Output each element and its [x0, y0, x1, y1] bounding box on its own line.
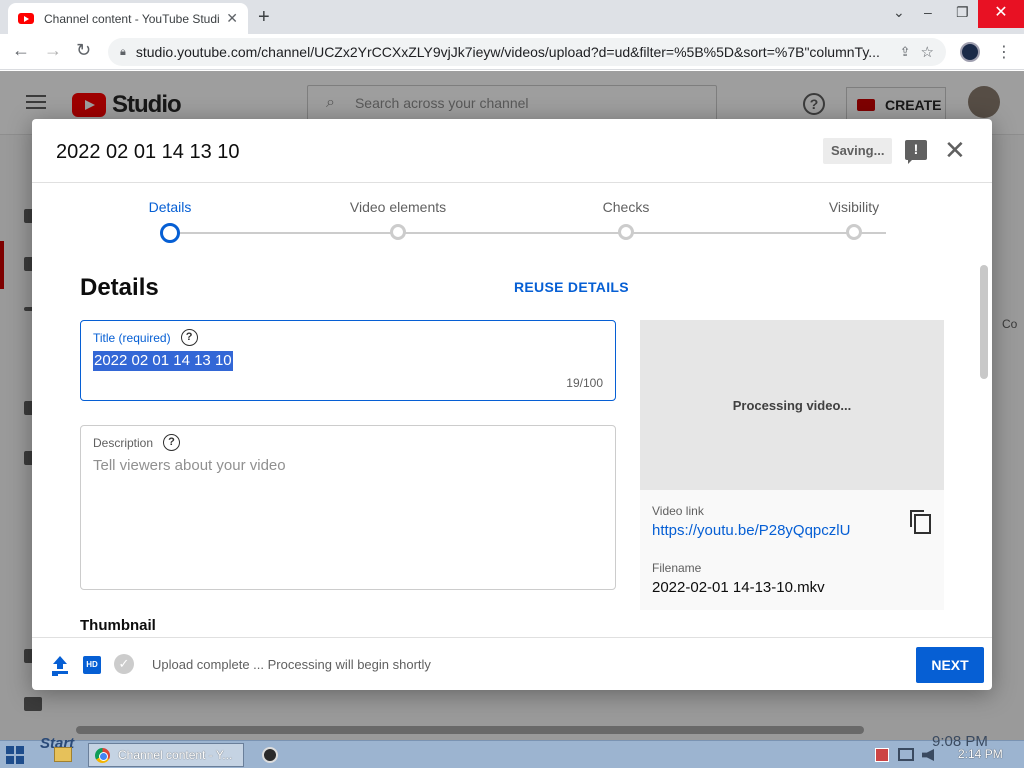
reload-icon[interactable]: ↻: [76, 40, 91, 61]
thumbnail-heading: Thumbnail: [80, 617, 156, 634]
step-video-elements-dot: [390, 224, 406, 240]
section-title: Details: [80, 274, 159, 301]
address-bar[interactable]: 🔒︎ studio.youtube.com/channel/UCZx2YrCCX…: [108, 38, 946, 66]
hd-icon: HD: [83, 656, 101, 674]
description-field-label: Description: [93, 435, 154, 450]
tab-close-icon[interactable]: ✕: [226, 10, 238, 27]
file-explorer-icon[interactable]: [54, 747, 72, 762]
url-text[interactable]: studio.youtube.com/channel/UCZx2YrCCXxZL…: [136, 44, 890, 60]
title-input[interactable]: 2022 02 01 14 13 10: [93, 351, 233, 371]
network-icon[interactable]: [898, 748, 914, 761]
action-center-flag-icon[interactable]: [875, 748, 889, 762]
upload-stepper: Details Video elements Checks Visibility: [32, 183, 992, 273]
stepper-track: [170, 232, 886, 234]
check-circle-icon: ✓: [114, 654, 134, 674]
tab-title: Channel content - YouTube Studi: [44, 11, 220, 26]
title-field[interactable]: Title (required) ? 2022 02 01 14 13 10 1…: [80, 320, 616, 401]
dialog-header: 2022 02 01 14 13 10 Saving... ✕: [32, 119, 992, 183]
share-icon[interactable]: ⇪: [900, 44, 911, 60]
windows-taskbar: Start Channel content - Y... 9:08 PM 2:1…: [0, 733, 1024, 768]
step-visibility-dot: [846, 224, 862, 240]
help-circle-icon[interactable]: ?: [163, 434, 181, 451]
title-char-counter: 19/100: [566, 376, 603, 390]
browser-tab[interactable]: Channel content - YouTube Studi ✕: [8, 3, 248, 34]
next-button[interactable]: NEXT: [916, 647, 984, 683]
processing-status-text: Processing video...: [732, 397, 852, 413]
saving-status-badge: Saving...: [823, 138, 893, 164]
description-field-label-row: Description ?: [93, 434, 181, 451]
back-arrow-icon[interactable]: ←: [12, 40, 30, 61]
taskbar-chrome-label: Channel content - Y...: [118, 748, 233, 762]
title-field-label: Title (required): [93, 330, 171, 345]
browser-menu-icon[interactable]: ⋮: [996, 42, 1012, 62]
windows-logo-icon: [6, 746, 14, 754]
volume-icon[interactable]: [922, 749, 934, 761]
browser-toolbar: ← → ↻ 🔒︎ studio.youtube.com/channel/UCZx…: [0, 34, 1024, 70]
forward-arrow-icon[interactable]: →: [44, 40, 62, 61]
profile-avatar-icon[interactable]: [960, 42, 980, 62]
upload-arrow-base: [52, 671, 68, 674]
step-details-dot: [160, 223, 180, 243]
description-input[interactable]: Tell viewers about your video: [93, 457, 286, 474]
copy-icon[interactable]: [910, 510, 931, 534]
minimize-icon[interactable]: –: [924, 4, 932, 20]
video-link-label: Video link: [652, 504, 704, 518]
filename-value: 2022-02-01 14-13-10.mkv: [652, 579, 825, 596]
dialog-footer: HD ✓ Upload complete ... Processing will…: [32, 637, 992, 690]
taskbar-chrome-button[interactable]: Channel content - Y...: [88, 743, 244, 767]
step-details-label: Details: [148, 199, 192, 215]
details-content: Details REUSE DETAILS Title (required) ?…: [32, 273, 992, 637]
dialog-scrollbar[interactable]: [980, 265, 988, 379]
help-circle-icon[interactable]: ?: [180, 329, 198, 346]
windows-logo-part: [6, 756, 14, 764]
restore-icon[interactable]: ❐: [956, 4, 969, 21]
bookmark-star-icon[interactable]: ☆: [921, 43, 934, 61]
upload-status-text: Upload complete ... Processing will begi…: [152, 657, 431, 672]
title-field-label-row: Title (required) ?: [93, 329, 198, 346]
step-checks-label: Checks: [602, 199, 650, 215]
youtube-favicon-icon: [18, 13, 34, 24]
description-field[interactable]: Description ? Tell viewers about your vi…: [80, 425, 616, 590]
windows-logo-part: [16, 746, 24, 754]
start-button[interactable]: [6, 746, 24, 764]
video-preview-card: Processing video... Video link https://y…: [640, 320, 944, 610]
video-link[interactable]: https://youtu.be/P28yQqpczlU: [652, 522, 850, 539]
step-checks-dot: [618, 224, 634, 240]
close-dialog-button[interactable]: ✕: [944, 135, 966, 165]
windows-logo-part: [16, 756, 24, 764]
upload-dialog: 2022 02 01 14 13 10 Saving... ✕ Details …: [32, 119, 992, 690]
filename-label: Filename: [652, 561, 702, 575]
step-visibility-label: Visibility: [828, 199, 880, 215]
video-preview: Processing video...: [640, 320, 944, 490]
browser-tab-bar: Channel content - YouTube Studi ✕ + ⌄ – …: [0, 0, 1024, 34]
chrome-icon: [95, 747, 110, 763]
dialog-title: 2022 02 01 14 13 10: [56, 141, 240, 163]
lock-icon: 🔒︎: [120, 45, 126, 58]
feedback-icon[interactable]: [905, 140, 927, 164]
tab-search-chevron-icon[interactable]: ⌄: [893, 4, 905, 21]
reuse-details-button[interactable]: REUSE DETAILS: [514, 279, 629, 295]
step-video-elements-label: Video elements: [349, 199, 447, 215]
new-tab-button[interactable]: +: [258, 6, 270, 29]
taskbar-clock[interactable]: 2:14 PM: [958, 747, 1003, 761]
window-close-button[interactable]: ✕: [978, 0, 1024, 28]
obs-icon[interactable]: [262, 747, 278, 763]
